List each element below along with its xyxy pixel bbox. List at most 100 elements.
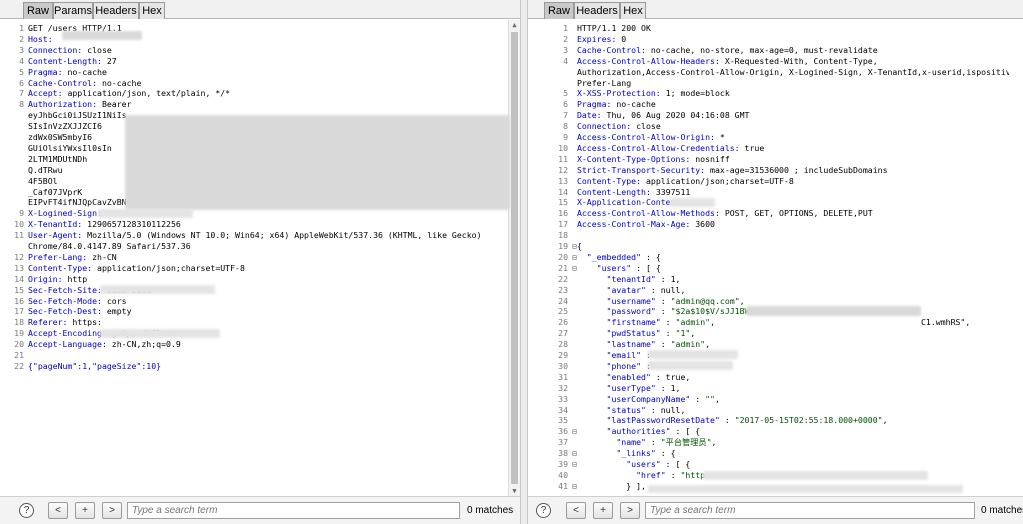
next-match-button[interactable]: > [102,502,122,519]
code-text: "http [680,469,706,480]
header-key: Access-Control-Allow-Headers: [576,55,720,66]
code-text: application/json;charset=UTF-8 [641,175,794,186]
request-scrollbar[interactable]: ▲ ▼ [508,20,520,496]
code-text: 1; mode=block [660,88,730,99]
code-text: , [705,339,711,350]
line-number: 17 [558,219,568,230]
code-text: * [714,132,725,142]
line-number: 2 [19,33,24,44]
next-match-button[interactable]: > [620,502,640,519]
redacted-email [648,350,738,359]
tab-headers[interactable]: Headers [93,2,139,19]
header-key: Access-Control-Allow-Origin: [576,132,715,142]
header-key: X-Logined-Sign: [28,208,102,219]
code-text: "admin@qq.com" [670,295,740,306]
code-line: 23 "avatar" : null, [528,285,1009,296]
code-text: "$2a$10$V/sJJ1BW/ [670,306,755,317]
line-number: 4 [19,55,24,66]
code-text: : [690,393,706,404]
add-button[interactable]: + [75,502,95,519]
line-number: 13 [558,175,568,186]
tab-raw[interactable]: Raw [23,2,53,19]
line-number: 7 [563,110,568,121]
code-text: GUiOlsiYWxsIl0sIn [28,142,112,153]
code-line: 15Sec-Fetch-Site: same-site [0,285,506,296]
search-input[interactable] [127,502,460,519]
scroll-down-arrow-icon[interactable]: ▼ [509,486,520,496]
header-key: Content-Length: [28,55,102,66]
code-text: POST, GET, OPTIONS, DELETE,PUT [719,208,873,219]
code-line: 16 Access-Control-Allow-Methods: POST, G… [528,208,1009,219]
code-text: _Caf07JVprK [28,186,83,197]
line-number: 10 [14,219,24,230]
request-editor[interactable]: ▲ ▼ 1 GET /users HTTP/1.1 2 Host: 3 Connecti… [0,20,520,496]
code-text: Mozilla/5.0 (Windows NT 10.0; Win64; x64… [82,230,482,241]
code-text: : { [641,251,661,262]
line-number: 10 [558,142,568,153]
redacted-token [125,115,510,210]
header-key: X-TenantId: [28,219,83,230]
add-button[interactable]: + [593,502,613,519]
code-text: http [62,273,88,284]
tab-params[interactable]: Params [53,2,93,19]
tab-hex[interactable]: Hex [620,2,646,19]
help-icon[interactable]: ? [536,503,551,518]
code-line: 8 Connection: close [528,121,1009,132]
header-key: Prefer-Lang: [28,251,88,262]
code-text: : [719,415,735,426]
header-key: Authorization: [28,99,98,110]
code-text: max-age=31536000 ; includeSubDomains [705,164,888,175]
scroll-up-arrow-icon[interactable]: ▲ [509,20,520,30]
code-text: Q.dTRwu [28,164,63,175]
scroll-thumb[interactable] [511,32,518,484]
tab-raw[interactable]: Raw [544,2,574,19]
code-text: zdWx0SW5mbyI6 [28,132,93,142]
code-line: 5 X-XSS-Protection: 1; mode=block [528,88,1009,99]
code-line: 17 Sec-Fetch-Dest: empty [0,306,506,317]
search-input[interactable] [645,502,975,519]
code-text: "" [705,393,715,404]
code-line: 33 "userCompanyName" : "", [528,394,1009,405]
code-line: 12 Prefer-Lang: zh-CN [0,252,506,263]
code-line: 37 "name" : "平台管理员", [528,437,1009,448]
code-line: 14 Origin: http [0,274,506,285]
code-text: "name" [616,437,646,448]
header-key: Connection: [28,44,83,55]
header-key: Content-Type: [28,262,93,273]
response-editor[interactable]: 1 HTTP/1.1 200 OK 2 Expires: 03 Cache-Con… [528,20,1023,496]
line-number: 33 [558,393,568,404]
code-text: : { [655,448,676,459]
line-number: 2 [563,33,568,44]
line-number: 16 [14,295,24,306]
redacted-next-line [648,485,963,493]
code-text: 3600 [690,219,715,230]
code-text: Prefer-Lang [576,77,632,88]
code-text: "enabled" [606,371,651,382]
line-number: 24 [558,295,568,306]
header-key: Content-Length: [576,186,651,197]
request-tabbar: Raw Params Headers Hex [0,0,520,19]
header-key: Content-Type: [576,175,642,186]
code-line: 31 "enabled" : true, [528,372,1009,383]
code-text: "_links" [616,448,656,459]
help-icon[interactable]: ? [19,503,34,518]
prev-match-button[interactable]: < [566,502,586,519]
tab-hex[interactable]: Hex [139,2,165,19]
header-key: X-Content-Type-Options: [576,153,691,164]
prev-match-button[interactable]: < [48,502,68,519]
code-text: "href" [636,469,666,480]
code-text: : 1, [655,382,681,393]
code-text: 4F5BOl [28,175,58,186]
code-text: : [660,328,676,339]
code-text: { [576,241,582,251]
tab-headers[interactable]: Headers [574,2,620,19]
line-number: 32 [558,382,568,393]
code-line: 30 "phone" : [528,361,1009,372]
code-text: "_embedded" [586,251,642,262]
